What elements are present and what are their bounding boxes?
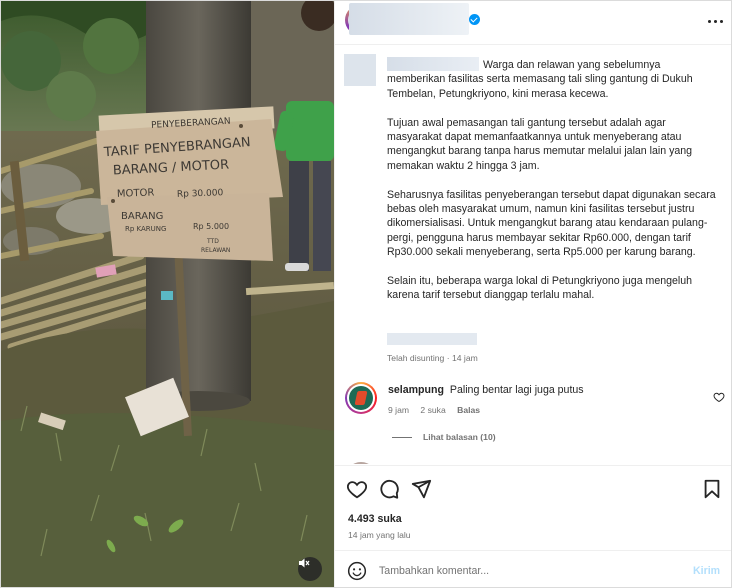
post-dialog: PENYEBERANGAN TARIF PENYEBRANGAN BARANG … — [0, 0, 732, 588]
add-comment-bar: Kirim — [335, 550, 731, 587]
mute-icon — [299, 558, 310, 568]
caption-paragraph-1: Warga dan relawan yang sebelumnya member… — [387, 59, 693, 100]
post-comment-button[interactable]: Kirim — [693, 565, 720, 577]
comment-icon[interactable] — [378, 478, 400, 500]
sign-motor-label: MOTOR — [117, 188, 155, 200]
post-details-panel: Warga dan relawan yang sebelumnya member… — [334, 1, 731, 587]
emoji-icon[interactable] — [347, 561, 367, 581]
reply-button[interactable]: Balas — [457, 405, 480, 415]
comment-text: Paling bentar lagi juga putus — [449, 384, 584, 396]
author-name-redacted[interactable] — [349, 3, 469, 35]
caption-paragraph-4: Selain itu, beberapa warga lokal di Petu… — [387, 275, 693, 302]
sign-motor-price: Rp 30.000 — [177, 188, 224, 200]
sign-off-ttd: TTD — [206, 238, 219, 245]
caption-paragraph-3: Seharusnya fasilitas penyeberangan terse… — [387, 188, 716, 259]
sign-barang-unit: Rp KARUNG — [125, 225, 166, 233]
post-header — [335, 1, 731, 45]
comment-like-heart-icon[interactable] — [713, 391, 725, 403]
replies-divider-line — [392, 436, 412, 438]
share-icon[interactable] — [410, 478, 432, 500]
heart-icon[interactable] — [346, 478, 368, 500]
more-icon — [707, 19, 711, 23]
comment-input[interactable] — [379, 561, 679, 581]
post-photo[interactable]: PENYEBERANGAN TARIF PENYEBRANGAN BARANG … — [1, 1, 334, 587]
sign-barang-label: BARANG — [121, 211, 163, 222]
more-options-button[interactable] — [703, 11, 727, 31]
next-comment-avatar[interactable] — [345, 462, 377, 464]
view-replies-button[interactable]: Lihat balasan (10) — [392, 432, 496, 442]
commenter-avatar[interactable] — [345, 382, 377, 414]
post-caption: Warga dan relawan yang sebelumnya member… — [387, 58, 717, 317]
hashtags-redacted — [387, 333, 477, 345]
caption-edited-time: Telah disunting · 14 jam — [387, 353, 478, 363]
comment-username[interactable]: selampung — [388, 384, 444, 396]
bookmark-icon[interactable] — [701, 478, 723, 500]
caption-avatar-redacted[interactable] — [344, 54, 376, 86]
comments-scroll-area[interactable]: Warga dan relawan yang sebelumnya member… — [335, 46, 731, 464]
comment-meta: 9 jam 2 suka Balas — [388, 405, 489, 415]
likes-count[interactable]: 4.493 suka — [348, 513, 402, 525]
verified-icon — [469, 14, 480, 25]
sign-off-relawan: RELAWAN — [201, 247, 230, 254]
caption-paragraph-2: Tujuan awal pemasangan tali gantung ters… — [387, 116, 693, 172]
view-replies-label: Lihat balasan (10) — [423, 432, 496, 442]
mute-button[interactable] — [298, 557, 322, 581]
comment-likes[interactable]: 2 suka — [420, 405, 445, 415]
comment-body: selampung Paling bentar lagi juga putus — [388, 384, 688, 396]
sign-barang-price: Rp 5.000 — [193, 222, 229, 231]
photo-scene: PENYEBERANGAN TARIF PENYEBRANGAN BARANG … — [1, 1, 334, 587]
post-time-ago[interactable]: 14 jam yang lalu — [348, 530, 411, 540]
post-actions: 4.493 suka 14 jam yang lalu — [335, 465, 731, 545]
comment-time[interactable]: 9 jam — [388, 405, 409, 415]
